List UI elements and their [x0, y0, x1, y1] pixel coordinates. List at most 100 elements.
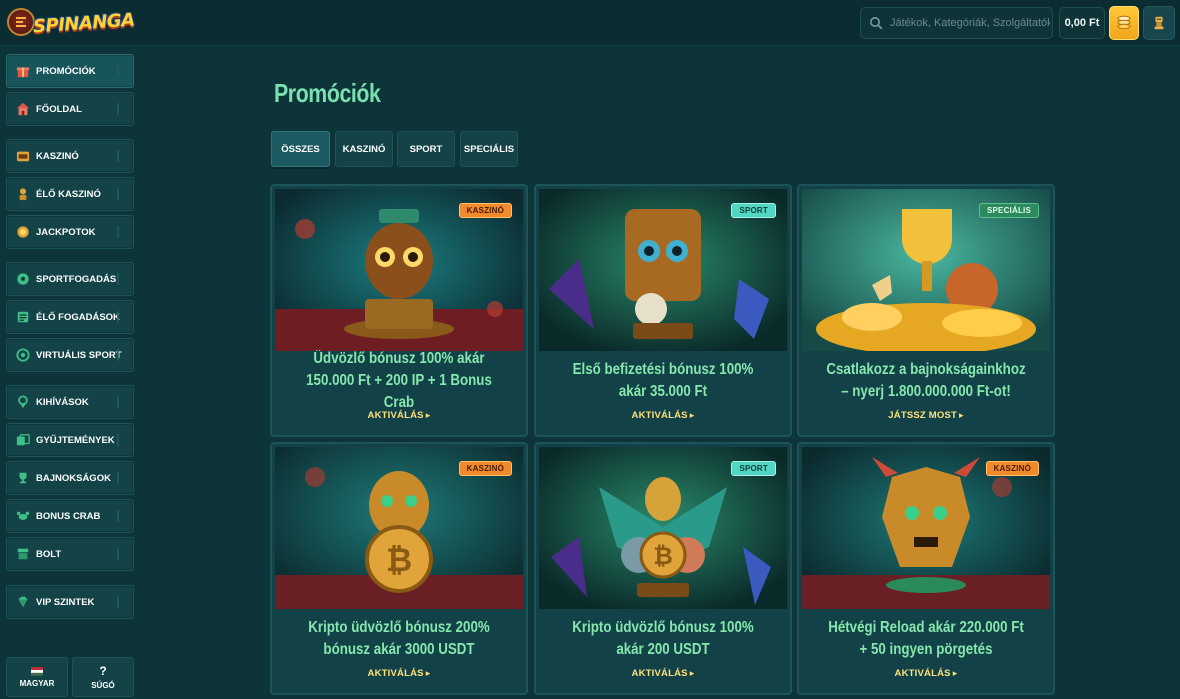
cta-label: JÁTSSZ MOST: [888, 410, 957, 421]
category-badge: KASZINÓ: [985, 461, 1039, 476]
promo-activate-link[interactable]: AKTIVÁLÁS ▸: [536, 668, 790, 679]
chevron-right-icon: ▸: [959, 410, 964, 420]
tab-sport[interactable]: SPORT: [397, 131, 455, 167]
live-bet-icon: [15, 309, 31, 325]
sidebar: PROMÓCIÓK FŐOLDAL KASZINÓ ÉLŐ KASZINÓ JA…: [0, 46, 140, 699]
sidebar-item-challenges[interactable]: KIHÍVÁSOK: [6, 385, 134, 419]
promo-title: Kripto üdvözlő bónusz 100% akár 200 USDT: [572, 619, 754, 658]
promo-play-now-link[interactable]: JÁTSSZ MOST ▸: [799, 410, 1053, 421]
chevron-right-icon: ▸: [425, 410, 431, 420]
cta-label: AKTIVÁLÁS: [367, 668, 424, 679]
sidebar-item-live-betting[interactable]: ÉLŐ FOGADÁSOK: [6, 300, 134, 334]
sidebar-item-live-casino[interactable]: ÉLŐ KASZINÓ: [6, 177, 134, 211]
casino-icon: [15, 148, 31, 164]
sidebar-item-bonus-crab[interactable]: BONUS CRAB: [6, 499, 134, 533]
help-label: SÚGÓ: [91, 681, 115, 690]
dealer-icon: [15, 186, 31, 202]
category-badge: SPORT: [731, 203, 776, 218]
promo-title: Első befizetési bónusz 100% akár 35.000 …: [572, 361, 754, 400]
category-badge: KASZINÓ: [458, 203, 512, 218]
svg-text:₿: ₿: [653, 542, 673, 570]
chevron-right-icon: ▸: [425, 668, 431, 678]
coins-icon: [1117, 15, 1131, 30]
hungary-flag-icon: [31, 666, 43, 676]
sidebar-item-label: KASZINÓ: [36, 150, 79, 162]
sidebar-item-label: BONUS CRAB: [36, 510, 101, 522]
cta-label: AKTIVÁLÁS: [367, 410, 424, 421]
gift-icon: [15, 63, 31, 79]
promo-card[interactable]: ₿ SPORT Kripto üdvözlő bónusz 100% akár …: [534, 442, 792, 695]
sidebar-item-label: VIP SZINTEK: [36, 596, 95, 608]
search-icon: [870, 17, 883, 30]
diamond-icon: [15, 594, 31, 610]
rewards-button[interactable]: [1143, 6, 1175, 40]
language-button[interactable]: MAGYAR: [6, 657, 68, 697]
category-badge: KASZINÓ: [458, 461, 512, 476]
sidebar-item-jackpots[interactable]: JACKPOTOK: [6, 215, 134, 249]
sidebar-item-vip-levels[interactable]: VIP SZINTEK: [6, 585, 134, 619]
cta-label: AKTIVÁLÁS: [631, 668, 688, 679]
tab-casino[interactable]: KASZINÓ: [335, 131, 393, 167]
sidebar-item-label: BAJNOKSÁGOK: [36, 472, 111, 484]
promo-card[interactable]: KASZINÓ Hétvégi Reload akár 220.000 Ft +…: [797, 442, 1055, 695]
promo-card[interactable]: SPECIÁLIS Csatlakozz a bajnokságainkhoz …: [797, 184, 1055, 437]
category-badge: SPORT: [731, 461, 776, 476]
sidebar-item-label: KIHÍVÁSOK: [36, 396, 89, 408]
sidebar-item-label: BOLT: [36, 548, 62, 560]
promo-activate-link[interactable]: AKTIVÁLÁS ▸: [799, 668, 1053, 679]
sidebar-item-virtual-sports[interactable]: VIRTUÁLIS SPORT: [6, 338, 134, 372]
virtual-sport-icon: [15, 347, 31, 363]
shop-icon: [15, 546, 31, 562]
search-bar[interactable]: [860, 7, 1053, 39]
sidebar-item-home[interactable]: FŐOLDAL: [6, 92, 134, 126]
chevron-right-icon: ▸: [689, 668, 695, 678]
challenge-icon: [15, 394, 31, 410]
jackpot-icon: [15, 224, 31, 240]
idol-icon: [1154, 16, 1164, 30]
help-button[interactable]: ? SÚGÓ: [72, 657, 134, 697]
sidebar-item-casino[interactable]: KASZINÓ: [6, 139, 134, 173]
question-icon: ?: [99, 664, 107, 678]
sidebar-item-collections[interactable]: GYŰJTEMÉNYEK: [6, 423, 134, 457]
chevron-right-icon: ▸: [689, 410, 695, 420]
site-logo[interactable]: SPINANGA: [33, 3, 136, 43]
chevron-right-icon: ▸: [952, 668, 958, 678]
logo-text: SPINANGA: [32, 8, 136, 38]
promo-card[interactable]: ₿ KASZINÓ Kripto üdvözlő bónusz 200% bón…: [270, 442, 528, 695]
sidebar-item-label: JACKPOTOK: [36, 226, 96, 238]
wallet-button[interactable]: [1109, 6, 1139, 40]
promo-title: Kripto üdvözlő bónusz 200% bónusz akár 3…: [308, 619, 490, 658]
cta-label: AKTIVÁLÁS: [894, 668, 951, 679]
tab-all[interactable]: ÖSSZES: [271, 131, 330, 167]
menu-icon: [16, 17, 26, 27]
promo-card[interactable]: KASZINÓ Üdvözlő bónusz 100% akár 150.000…: [270, 184, 528, 437]
sidebar-item-label: ÉLŐ FOGADÁSOK: [36, 311, 120, 323]
language-label: MAGYAR: [19, 678, 55, 688]
ball-icon: [15, 271, 31, 287]
promo-card[interactable]: SPORT Első befizetési bónusz 100% akár 3…: [534, 184, 792, 437]
trophy-icon: [15, 470, 31, 486]
sidebar-item-sports-betting[interactable]: SPORTFOGADÁS: [6, 262, 134, 296]
sidebar-item-label: VIRTUÁLIS SPORT: [36, 349, 122, 361]
sidebar-item-label: SPORTFOGADÁS: [36, 273, 117, 285]
search-input[interactable]: [890, 17, 1050, 29]
sidebar-item-promotions[interactable]: PROMÓCIÓK: [6, 54, 134, 88]
promo-title: Hétvégi Reload akár 220.000 Ft + 50 ingy…: [828, 619, 1024, 658]
category-badge: SPECIÁLIS: [978, 203, 1039, 218]
sidebar-item-shop[interactable]: BOLT: [6, 537, 134, 571]
menu-toggle-button[interactable]: [7, 8, 35, 36]
page-title: Promóciók: [274, 78, 381, 108]
promo-title: Üdvözlő bónusz 100% akár 150.000 Ft + 20…: [306, 350, 492, 411]
svg-text:₿: ₿: [386, 541, 412, 579]
balance-display[interactable]: 0,00 Ft: [1059, 7, 1105, 39]
promo-activate-link[interactable]: AKTIVÁLÁS ▸: [272, 410, 526, 421]
tab-special[interactable]: SPECIÁLIS: [460, 131, 518, 167]
promo-activate-link[interactable]: AKTIVÁLÁS ▸: [272, 668, 526, 679]
cta-label: AKTIVÁLÁS: [631, 410, 688, 421]
promo-activate-link[interactable]: AKTIVÁLÁS ▸: [536, 410, 790, 421]
sidebar-item-tournaments[interactable]: BAJNOKSÁGOK: [6, 461, 134, 495]
home-icon: [15, 101, 31, 117]
crab-icon: [15, 508, 31, 524]
collection-icon: [15, 432, 31, 448]
promo-title: Csatlakozz a bajnokságainkhoz – nyerj 1.…: [826, 361, 1026, 400]
